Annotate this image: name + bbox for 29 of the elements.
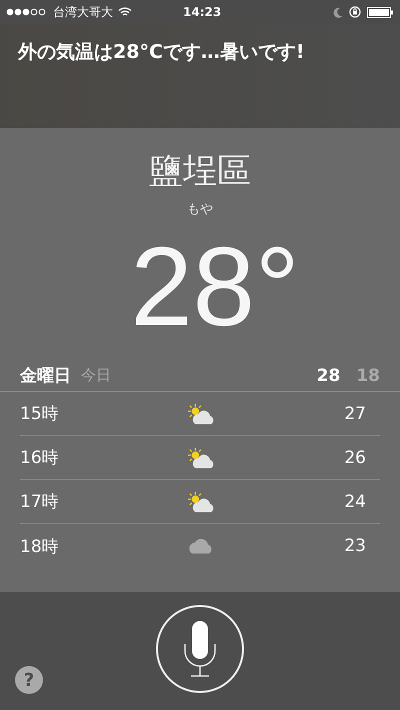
hour-temperature: 24 — [344, 492, 366, 512]
partly-cloudy-icon — [185, 446, 215, 470]
microphone-icon — [183, 620, 217, 678]
battery-icon — [367, 6, 394, 18]
hour-temperature: 27 — [344, 404, 366, 424]
hour-time: 16時 — [20, 447, 59, 469]
moon-icon — [333, 6, 343, 18]
weekday: 金曜日 — [20, 365, 71, 387]
carrier-name: 台湾大哥大 — [53, 4, 113, 20]
low-temperature: 18 — [356, 366, 380, 386]
cloud-icon — [188, 537, 212, 555]
hour-time: 15時 — [20, 403, 59, 425]
signal-icon — [6, 8, 48, 16]
microphone-button[interactable] — [156, 605, 244, 693]
wifi-icon — [118, 7, 132, 17]
partly-cloudy-icon — [185, 402, 215, 426]
hour-time: 18時 — [20, 536, 59, 558]
help-button[interactable]: ? — [15, 666, 43, 694]
hour-temperature: 23 — [344, 536, 366, 556]
weather-condition: もや — [187, 201, 213, 218]
today-label: 今日 — [81, 366, 111, 385]
city-name: 鹽埕區 — [149, 150, 251, 193]
rotation-lock-icon — [349, 6, 361, 18]
partly-cloudy-icon — [185, 490, 215, 514]
hour-time: 17時 — [20, 491, 59, 513]
current-temperature: 28° — [129, 223, 300, 351]
hour-temperature: 26 — [344, 448, 366, 468]
high-temperature: 28 — [316, 366, 340, 386]
clock-time: 14:23 — [183, 5, 222, 19]
